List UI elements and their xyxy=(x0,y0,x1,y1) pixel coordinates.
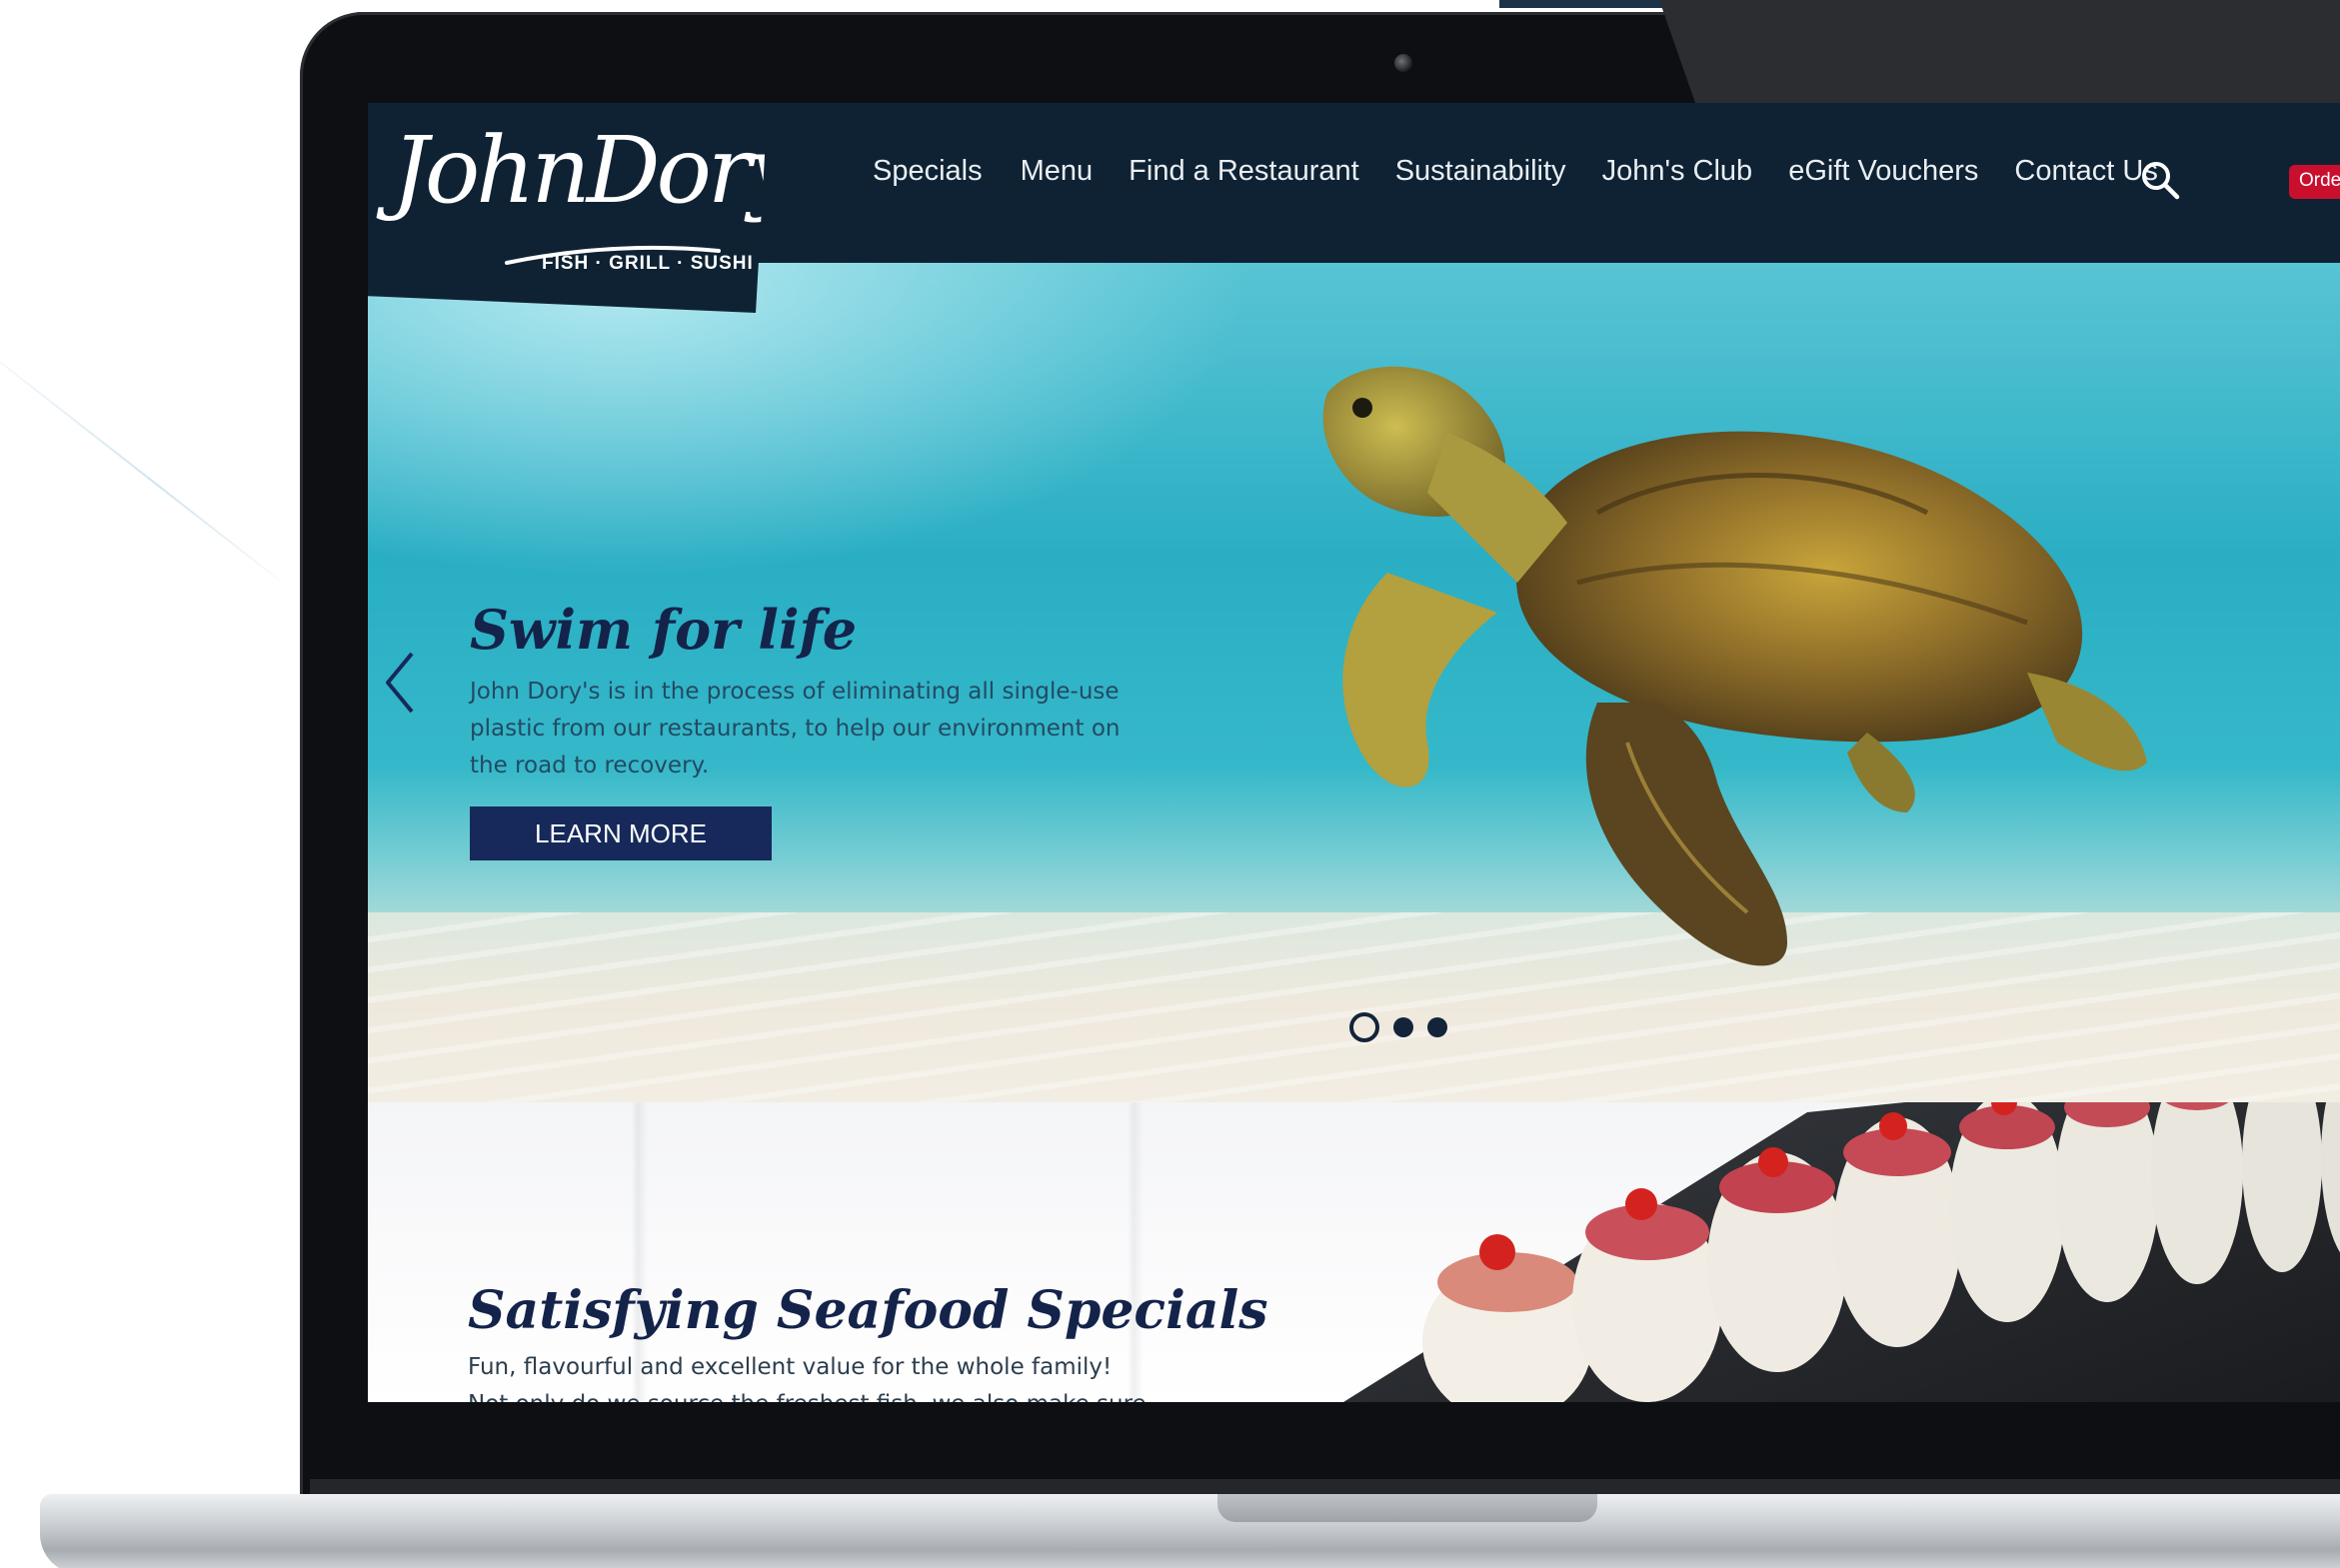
site-logo[interactable]: JohnDory's FISH · GRILL · SUSHI xyxy=(368,103,768,313)
specials-title: Satisfying Seafood Specials xyxy=(468,1280,1268,1341)
laptop-lid-shading xyxy=(1659,0,2340,120)
hero-slider: Swim for life John Dory's is in the proc… xyxy=(368,263,2340,1102)
laptop-notch xyxy=(1217,1494,1597,1522)
laptop-mockup: Specials Menu Find a Restaurant Sustaina… xyxy=(0,0,2340,1568)
nav-item-sustainability[interactable]: Sustainability xyxy=(1395,151,1566,192)
nav-item-find-a-restaurant[interactable]: Find a Restaurant xyxy=(1129,151,1359,192)
camera-icon xyxy=(1394,54,1412,72)
logo-tagline: FISH · GRILL · SUSHI xyxy=(542,253,754,274)
specials-section: Satisfying Seafood Specials Fun, flavour… xyxy=(368,1102,2340,1402)
hero-content: Swim for life John Dory's is in the proc… xyxy=(470,598,1170,860)
decorative-line xyxy=(0,330,292,591)
nav-item-specials[interactable]: Specials xyxy=(873,151,983,192)
order-button[interactable]: Order xyxy=(2289,165,2340,199)
search-icon[interactable] xyxy=(2137,157,2183,203)
nav-item-menu[interactable]: Menu xyxy=(1021,151,1094,192)
slider-pagination xyxy=(1349,1012,1447,1042)
sushi-image xyxy=(1343,1102,2340,1402)
slider-dot-3[interactable] xyxy=(1427,1017,1447,1037)
browser-screen: Specials Menu Find a Restaurant Sustaina… xyxy=(368,103,2340,1402)
hero-title: Swim for life xyxy=(470,598,858,662)
hero-description: John Dory's is in the process of elimina… xyxy=(470,679,1121,779)
slider-dot-1[interactable] xyxy=(1349,1012,1379,1042)
learn-more-button[interactable]: LEARN MORE xyxy=(470,806,772,860)
slider-dot-2[interactable] xyxy=(1393,1017,1413,1037)
nav-item-johns-club[interactable]: John's Club xyxy=(1602,151,1753,192)
chevron-left-icon[interactable] xyxy=(380,648,420,718)
specials-description: Fun, flavourful and excellent value for … xyxy=(468,1354,1147,1402)
nav-item-egift-vouchers[interactable]: eGift Vouchers xyxy=(1788,151,1978,192)
laptop-base xyxy=(40,1494,2340,1568)
specials-content: Satisfying Seafood Specials Fun, flavour… xyxy=(468,1280,1268,1402)
main-nav: Specials Menu Find a Restaurant Sustaina… xyxy=(873,151,2158,192)
sea-turtle-image xyxy=(1322,366,2147,966)
